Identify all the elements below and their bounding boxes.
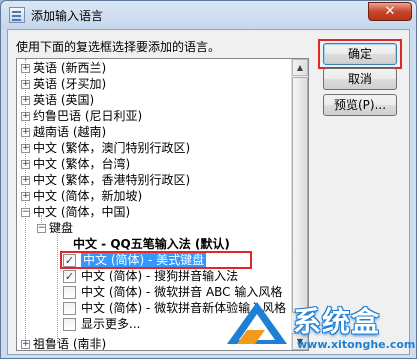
ime-checkbox[interactable] [63, 318, 76, 331]
expand-icon[interactable]: + [21, 192, 30, 201]
expand-icon[interactable]: + [21, 176, 30, 185]
close-button[interactable]: ✕ [368, 2, 412, 21]
language-label: 中文 (繁体，香港特别行政区) [33, 173, 191, 187]
preview-button[interactable]: 预览(P)... [323, 94, 397, 116]
expand-icon[interactable]: + [21, 80, 30, 89]
language-label: 英语 (新西兰) [33, 61, 107, 75]
keyboard-label: 键盘 [49, 221, 74, 235]
expand-icon[interactable]: + [21, 340, 30, 349]
language-label: 中文 (简体，中国) [33, 205, 131, 219]
ime-checkbox[interactable] [63, 286, 76, 299]
expand-icon[interactable]: + [21, 144, 30, 153]
tree-connector-line [57, 231, 58, 343]
expand-icon[interactable]: + [21, 160, 30, 169]
scroll-up-icon[interactable]: ▲ [292, 59, 308, 76]
language-label: 约鲁巴语 (尼日利亚) [33, 109, 143, 123]
cancel-button[interactable]: 取消 [323, 68, 397, 90]
language-label: 祖鲁语 (南非) [33, 337, 107, 351]
watermark-url: www.xitonghe.com [297, 338, 416, 351]
collapse-icon[interactable]: − [37, 224, 46, 233]
ime-checkbox[interactable]: ✓ [63, 270, 76, 283]
watermark-text: 系统盒 [293, 305, 381, 338]
language-label: 中文 (繁体，澳门特别行政区) [33, 141, 191, 155]
expand-icon[interactable]: + [21, 64, 30, 73]
dialog-app-icon [9, 7, 25, 23]
title-bar[interactable]: 添加输入语言 ✕ [1, 1, 416, 29]
scrollbar-thumb[interactable] [292, 77, 308, 313]
collapse-icon[interactable]: − [21, 208, 30, 217]
watermark-logo-icon [227, 302, 287, 344]
ime-checkbox[interactable] [63, 302, 76, 315]
ime-label: 显示更多... [81, 317, 141, 331]
highlight-box [60, 251, 252, 269]
language-label: 越南语 (越南) [33, 125, 107, 139]
watermark: 系统盒 www.xitonghe.com [225, 298, 415, 358]
ok-highlight-box [318, 39, 402, 69]
window-title: 添加输入语言 [31, 9, 104, 23]
language-label: 英语 (牙买加) [33, 77, 107, 91]
expand-icon[interactable]: + [21, 112, 30, 121]
instruction-text: 使用下面的复选框选择要添加的语言。 [16, 40, 221, 54]
language-label: 英语 (英国) [33, 93, 95, 107]
ime-label: 中文 (简体) - 搜狗拼音输入法 [81, 269, 239, 283]
expand-icon[interactable]: + [21, 96, 30, 105]
expand-icon[interactable]: + [21, 128, 30, 137]
language-label: 中文 (繁体，台湾) [33, 157, 131, 171]
language-label: 中文 (简体，新加坡) [33, 189, 143, 203]
default-ime-label: 中文 - QQ五笔输入法 (默认) [73, 237, 230, 251]
